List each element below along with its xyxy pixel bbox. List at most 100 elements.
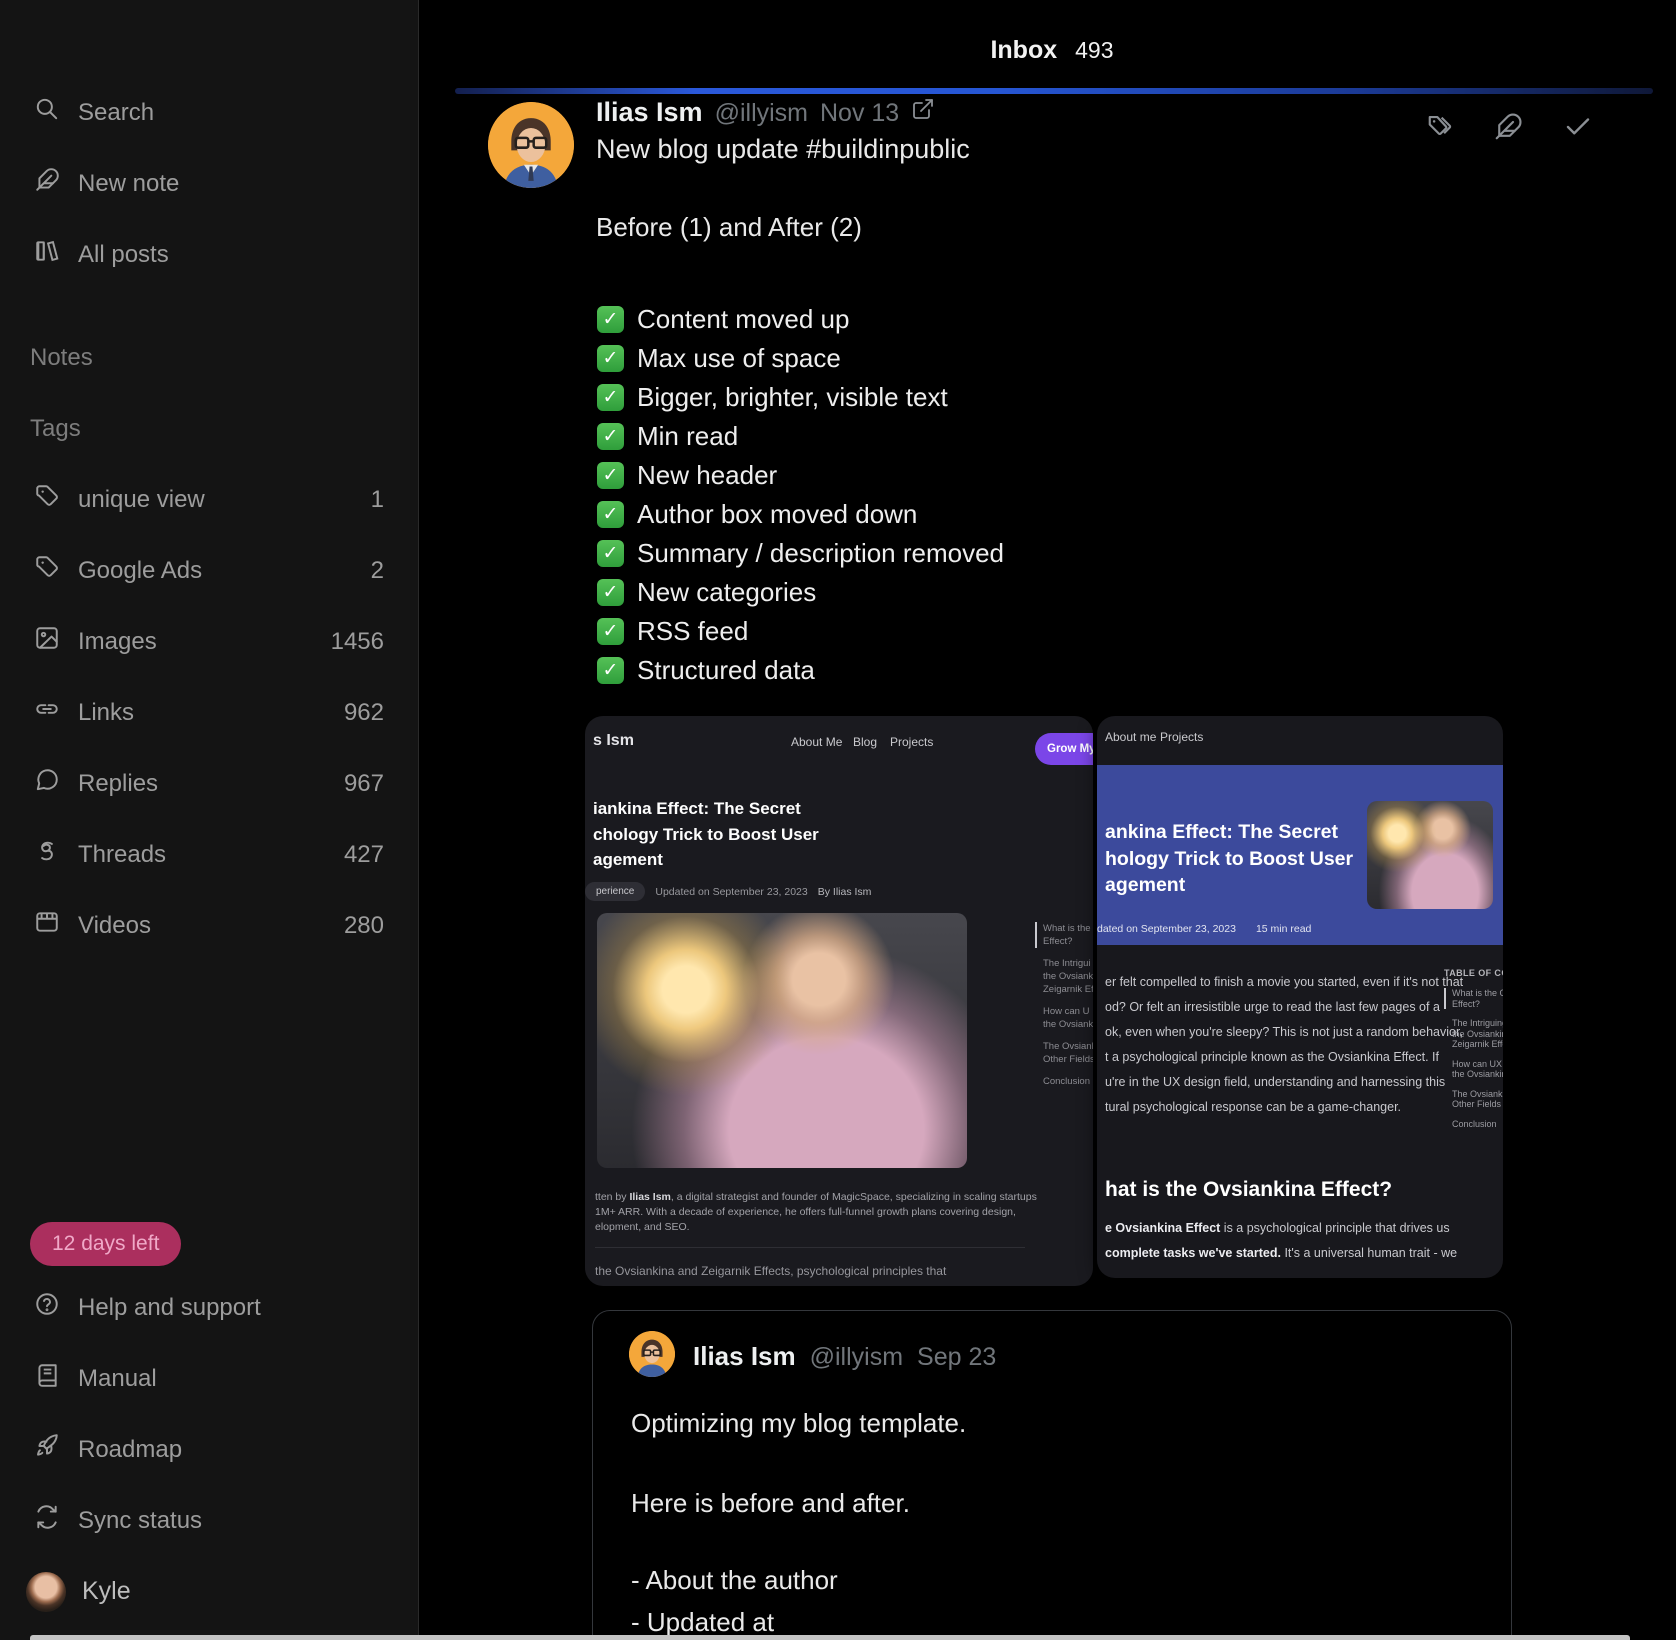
mark-done-check-icon[interactable]	[1563, 112, 1593, 142]
tags-action-icon[interactable]	[1426, 112, 1456, 142]
category-pill: perience	[585, 882, 645, 901]
checklist-item: ✓New header	[597, 462, 1004, 489]
divider	[595, 1247, 1025, 1248]
tag-count: 427	[344, 841, 384, 869]
check-emoji-icon: ✓	[597, 306, 624, 333]
blog-nav-link: Projects	[890, 735, 933, 749]
tweet-checklist: ✓Content moved up ✓Max use of space ✓Big…	[597, 306, 1004, 684]
sidebar-item-label: All posts	[78, 241, 384, 269]
blog-hero-banner: ankina Effect: The Secret hology Trick t…	[1097, 765, 1503, 945]
user-avatar	[26, 1572, 66, 1612]
sidebar-tag-images[interactable]: Images 1456	[0, 606, 418, 677]
sync-icon	[34, 1504, 60, 1537]
check-emoji-icon: ✓	[597, 501, 624, 528]
sidebar-tag-unique-view[interactable]: unique view 1	[0, 464, 418, 535]
video-icon	[34, 909, 60, 942]
check-emoji-icon: ✓	[597, 345, 624, 372]
sidebar-item-label: Sync status	[78, 1507, 384, 1535]
sidebar-item-label: Replies	[78, 770, 326, 798]
sidebar-item-search[interactable]: Search	[0, 77, 418, 148]
sidebar-item-sync-status[interactable]: Sync status	[0, 1485, 418, 1556]
tweet-text-line: Before (1) and After (2)	[596, 212, 862, 243]
checklist-item: ✓Summary / description removed	[597, 540, 1004, 567]
tweet-image-before[interactable]: s Ism About Me Blog Projects Grow My Bu …	[585, 716, 1093, 1286]
tweet-author-handle[interactable]: @illyism	[715, 99, 808, 128]
sidebar-item-all-posts[interactable]: All posts	[0, 219, 418, 290]
book-icon	[34, 1362, 60, 1395]
tag-count: 967	[344, 770, 384, 798]
hero-photo-woman-lightbulb	[597, 913, 967, 1168]
sidebar-item-help[interactable]: Help and support	[0, 1272, 418, 1343]
check-emoji-icon: ✓	[597, 384, 624, 411]
tag-count: 280	[344, 912, 384, 940]
tag-icon	[34, 483, 60, 516]
check-emoji-icon: ✓	[597, 462, 624, 489]
sidebar-item-label: Images	[78, 628, 313, 656]
tweet-date[interactable]: Nov 13	[820, 99, 899, 128]
blog-meta-row: perience Updated on September 23, 2023 B…	[585, 882, 871, 901]
checklist-item: ✓Bigger, brighter, visible text	[597, 384, 1004, 411]
sidebar-item-label: Google Ads	[78, 557, 353, 585]
sidebar-item-label: unique view	[78, 486, 353, 514]
tweet-image-after[interactable]: About me Projects ankina Effect: The Sec…	[1097, 716, 1503, 1278]
help-circle-icon	[34, 1291, 60, 1324]
compose-feather-icon[interactable]	[1493, 112, 1523, 142]
tag-count: 1456	[331, 628, 384, 656]
tag-count: 2	[371, 557, 384, 585]
blog-meta-row: dated on September 23, 2023 15 min read	[1097, 923, 1311, 935]
sidebar-item-label: Links	[78, 699, 326, 727]
blog-nav-link: Projects	[1160, 730, 1203, 744]
checklist-item: ✓RSS feed	[597, 618, 1004, 645]
article-intro: er felt compelled to finish a movie you …	[1105, 970, 1375, 1120]
reply-bubble-icon	[34, 767, 60, 800]
app-window: Search New note All posts Notes Tags uni…	[0, 0, 1676, 1640]
sidebar-tag-videos[interactable]: Videos 280	[0, 890, 418, 961]
checklist-item: ✓Min read	[597, 423, 1004, 450]
sidebar-tag-google-ads[interactable]: Google Ads 2	[0, 535, 418, 606]
sidebar-item-manual[interactable]: Manual	[0, 1343, 418, 1414]
sidebar-item-label: New note	[78, 170, 384, 198]
table-of-contents: TABLE OF CONTE What is the Ovsi Effect? …	[1444, 968, 1503, 1138]
check-emoji-icon: ✓	[597, 423, 624, 450]
sidebar-item-label: Videos	[78, 912, 326, 940]
sidebar-item-new-note[interactable]: New note	[0, 148, 418, 219]
quoted-text-line: Optimizing my blog template.	[631, 1408, 966, 1439]
sidebar-tag-links[interactable]: Links 962	[0, 677, 418, 748]
sidebar-tag-replies[interactable]: Replies 967	[0, 748, 418, 819]
blog-nav-link: Blog	[853, 735, 877, 749]
sidebar-section-tags[interactable]: Tags	[0, 393, 418, 464]
checklist-item: ✓Max use of space	[597, 345, 1004, 372]
user-account[interactable]: Kyle	[0, 1556, 418, 1627]
sidebar-tag-threads[interactable]: Threads 427	[0, 819, 418, 890]
sidebar-item-label: Manual	[78, 1365, 384, 1393]
read-time: 15 min read	[1256, 923, 1311, 935]
article-paragraph: e Ovsiankina Effect is a psychological p…	[1105, 1216, 1457, 1266]
grow-business-button: Grow My Bu	[1035, 733, 1093, 765]
blog-logo: s Ism	[593, 732, 634, 750]
hero-thumbnail-woman-lightbulb	[1367, 801, 1493, 909]
sidebar-item-roadmap[interactable]: Roadmap	[0, 1414, 418, 1485]
tweet-header: Ilias Ism @illyism Nov 13	[596, 97, 935, 128]
inbox-count: 493	[1075, 37, 1113, 63]
blog-nav-link: About me	[1105, 730, 1156, 744]
quoted-tweet[interactable]: Ilias Ism @illyism Sep 23 Optimizing my …	[592, 1310, 1512, 1640]
checklist-item: ✓Author box moved down	[597, 501, 1004, 528]
sidebar-item-label: Roadmap	[78, 1436, 384, 1464]
rocket-icon	[34, 1433, 60, 1466]
quoted-text-line: - Updated at	[631, 1607, 774, 1638]
check-emoji-icon: ✓	[597, 540, 624, 567]
tag-count: 962	[344, 699, 384, 727]
sidebar-section-notes[interactable]: Notes	[0, 322, 418, 393]
tweet-author-avatar[interactable]	[488, 102, 574, 188]
external-link-icon[interactable]	[911, 97, 935, 126]
tweet-author-name[interactable]: Ilias Ism	[596, 97, 703, 128]
sidebar: Search New note All posts Notes Tags uni…	[0, 0, 419, 1640]
user-name: Kyle	[82, 1577, 131, 1606]
search-icon	[34, 96, 60, 129]
quoted-tweet-date: Sep 23	[917, 1343, 996, 1372]
author-box: tten by Ilias Ism, a digital strategist …	[595, 1190, 1075, 1235]
blog-nav-link: About Me	[791, 735, 842, 749]
checklist-item: ✓Structured data	[597, 657, 1004, 684]
feather-icon	[34, 167, 60, 200]
article-teaser: the Ovsiankina and Zeigarnik Effects, ps…	[595, 1264, 946, 1278]
